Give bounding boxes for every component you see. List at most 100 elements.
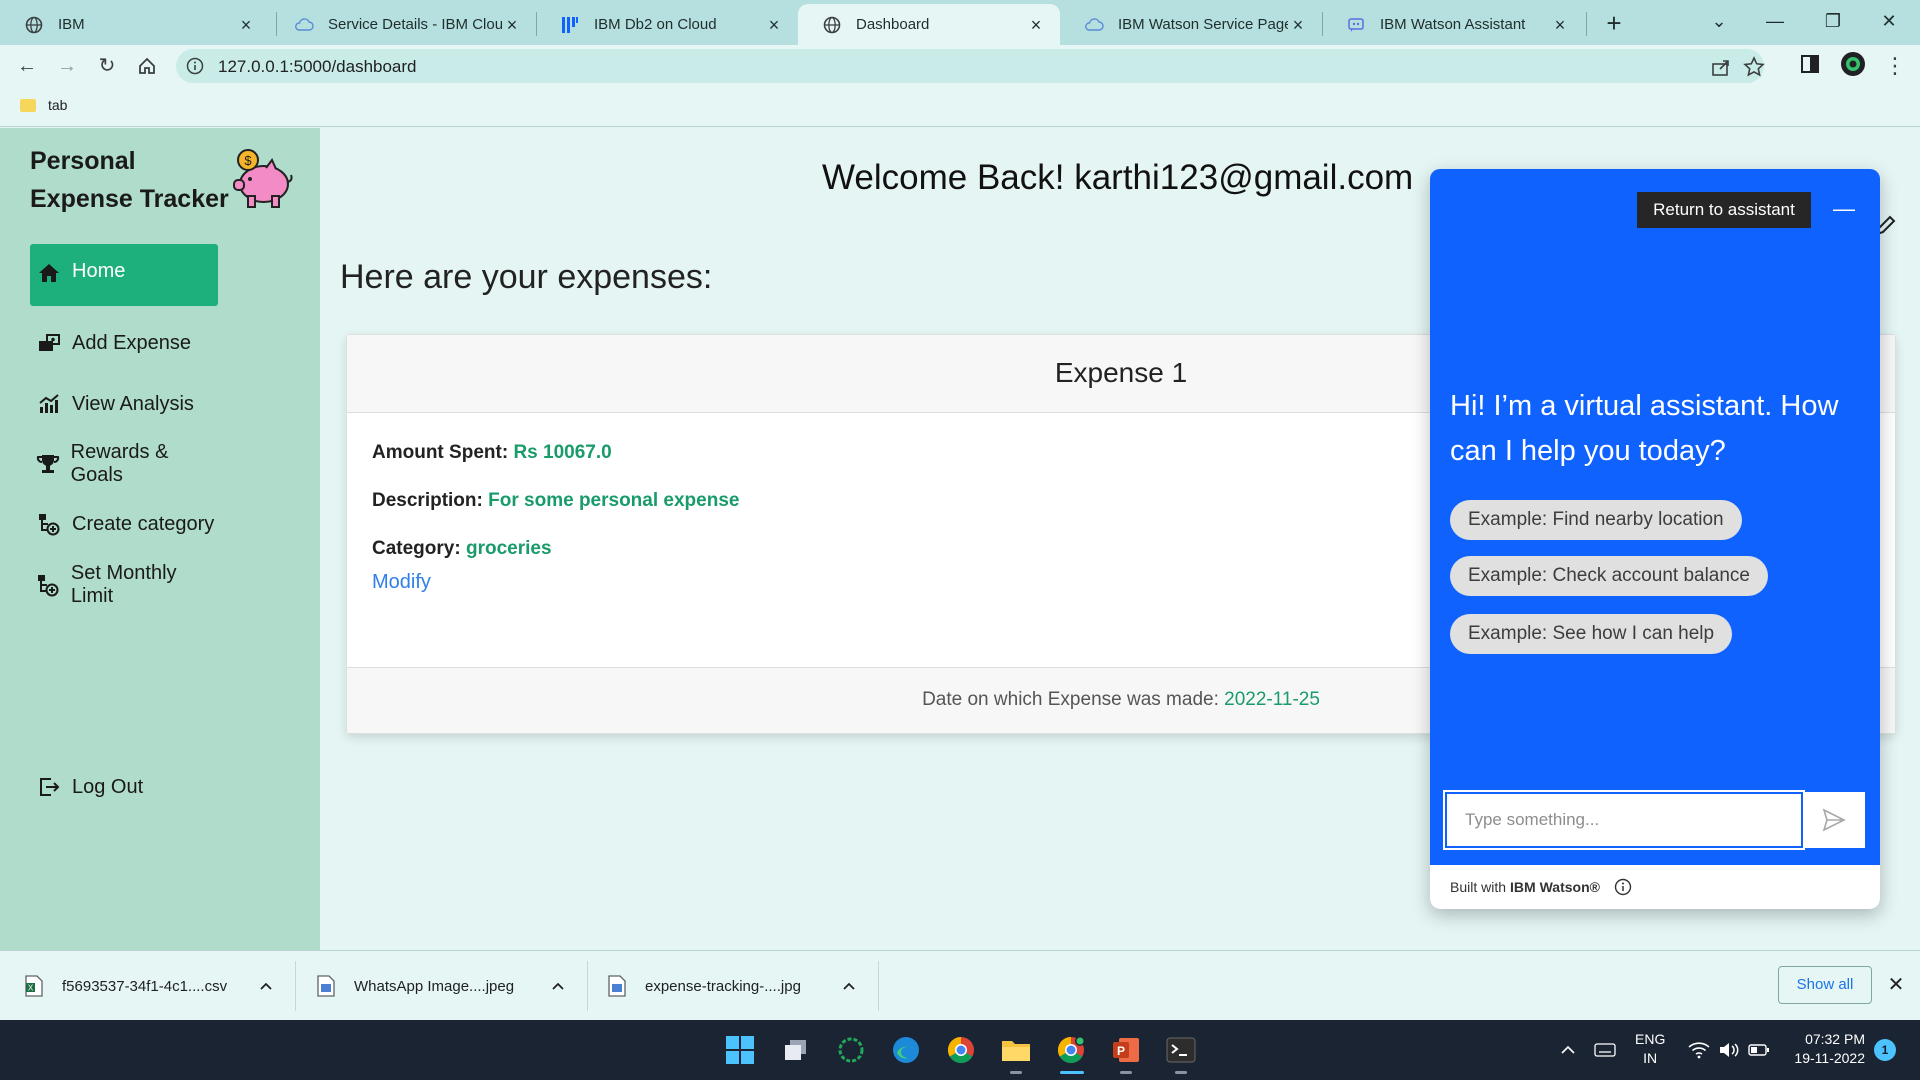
show-all-downloads-button[interactable]: Show all: [1778, 966, 1872, 1004]
tab-title: IBM: [58, 16, 85, 33]
chrome-icon[interactable]: [943, 1032, 979, 1068]
close-tab-icon[interactable]: ×: [502, 15, 522, 35]
sidebar-item-set-monthly-limit[interactable]: Set Monthly Limit: [30, 554, 218, 616]
tab-watson-service[interactable]: IBM Watson Service Page ×: [1060, 4, 1322, 45]
send-message-button[interactable]: [1803, 792, 1865, 848]
terminal-icon[interactable]: [1163, 1032, 1199, 1068]
tab-search-button[interactable]: ⌄: [1696, 6, 1742, 36]
download-item[interactable]: WhatsApp Image....jpeg: [316, 951, 568, 1021]
tab-service-details[interactable]: Service Details - IBM Cloud ×: [270, 4, 536, 45]
chevron-up-icon[interactable]: [548, 976, 568, 996]
input-language[interactable]: ENG IN: [1635, 1030, 1665, 1068]
running-indicator: [1120, 1071, 1132, 1074]
tab-dashboard[interactable]: Dashboard ×: [798, 4, 1060, 45]
close-tab-icon[interactable]: ×: [236, 15, 256, 35]
sidebar-item-label: Rewards & Goals: [70, 441, 169, 486]
notification-badge[interactable]: 1: [1874, 1039, 1896, 1061]
reload-icon[interactable]: ↻: [92, 51, 122, 81]
bookmark-folder-tab[interactable]: tab: [20, 97, 67, 113]
tab-title: Service Details - IBM Cloud: [328, 16, 502, 33]
site-info-icon[interactable]: [186, 57, 204, 75]
download-filename: WhatsApp Image....jpeg: [354, 977, 515, 995]
suggestion-chip[interactable]: Example: Check account balance: [1450, 556, 1768, 596]
download-separator: [587, 961, 588, 1011]
edge-browser-icon[interactable]: [888, 1032, 924, 1068]
battery-icon[interactable]: [1748, 1020, 1770, 1080]
category-field: Category: groceries: [372, 538, 552, 560]
loading-ring-icon[interactable]: [833, 1032, 869, 1068]
clock-date: 19-11-2022: [1794, 1050, 1865, 1066]
tab-title: Dashboard: [856, 16, 930, 33]
chevron-up-icon[interactable]: [839, 976, 859, 996]
chat-message-input[interactable]: [1447, 794, 1801, 846]
browser-menu-icon[interactable]: ⋮: [1880, 51, 1910, 81]
download-item[interactable]: expense-tracking-....jpg: [607, 951, 859, 1021]
amount-label: Amount Spent:: [372, 442, 509, 463]
bookmark-star-icon[interactable]: [1743, 56, 1765, 78]
svg-text:P: P: [1117, 1044, 1125, 1058]
svg-text:$: $: [244, 153, 252, 168]
watson-icon: [1346, 15, 1366, 35]
close-tab-icon[interactable]: ×: [764, 15, 784, 35]
close-window-button[interactable]: ✕: [1866, 6, 1912, 36]
windows-start-icon[interactable]: [722, 1032, 758, 1068]
close-tab-icon[interactable]: ×: [1550, 15, 1570, 35]
sidebar-item-label: Set Monthly Limit: [70, 562, 177, 607]
modify-link[interactable]: Modify: [372, 571, 431, 594]
tab-db2[interactable]: IBM Db2 on Cloud ×: [536, 4, 798, 45]
download-filename: expense-tracking-....jpg: [645, 977, 801, 995]
keyboard-icon[interactable]: [1594, 1020, 1616, 1080]
sidebar-item-label: Home: [72, 260, 126, 282]
task-view-icon[interactable]: [778, 1032, 814, 1068]
category-icon: [36, 511, 62, 537]
cloud-icon: [1084, 15, 1104, 35]
info-icon[interactable]: [1614, 878, 1632, 896]
back-arrow-icon[interactable]: ←: [12, 51, 42, 81]
volume-icon[interactable]: [1718, 1020, 1740, 1080]
suggestion-chip[interactable]: Example: Find nearby location: [1450, 500, 1742, 540]
minimize-chat-icon[interactable]: —: [1826, 192, 1862, 228]
downloads-bar: X f5693537-34f1-4c1....csv WhatsApp Imag…: [0, 950, 1920, 1020]
minimize-window-button[interactable]: —: [1752, 6, 1798, 36]
logout-label: Log Out: [72, 775, 144, 798]
expenses-heading: Here are your expenses:: [340, 258, 713, 296]
close-downloads-icon[interactable]: ✕: [1884, 973, 1908, 997]
powerpoint-icon[interactable]: P: [1108, 1032, 1144, 1068]
download-separator: [295, 961, 296, 1011]
sidebar-item-add-expense[interactable]: Add Expense: [30, 312, 218, 374]
close-tab-icon[interactable]: ×: [1288, 15, 1308, 35]
tab-ibm[interactable]: IBM ×: [0, 4, 270, 45]
home-button-icon[interactable]: [132, 51, 162, 81]
chat-input-wrapper: [1443, 790, 1805, 850]
chrome-profile-icon[interactable]: [1053, 1032, 1089, 1068]
tab-title: IBM Watson Assistant: [1380, 16, 1526, 33]
active-indicator: [1060, 1071, 1084, 1074]
sidebar-item-create-category[interactable]: Create category: [30, 493, 218, 555]
new-tab-button[interactable]: +: [1598, 8, 1630, 40]
sidebar-item-home[interactable]: Home: [30, 244, 218, 306]
sidebar: Personal Expense Tracker $ Home Add Expe…: [0, 128, 320, 950]
forward-arrow-icon[interactable]: →: [52, 51, 82, 81]
download-item[interactable]: X f5693537-34f1-4c1....csv: [24, 951, 276, 1021]
side-panel-icon[interactable]: [1799, 53, 1821, 75]
file-explorer-icon[interactable]: [998, 1032, 1034, 1068]
restore-window-button[interactable]: ❐: [1810, 6, 1856, 36]
svg-text:X: X: [28, 984, 34, 993]
chevron-up-icon[interactable]: [256, 976, 276, 996]
watson-footer: Built with IBM Watson®: [1430, 865, 1880, 909]
return-to-assistant-button[interactable]: Return to assistant: [1637, 192, 1811, 228]
profile-avatar[interactable]: [1840, 51, 1866, 77]
sidebar-item-label: Add Expense: [72, 331, 191, 354]
tab-watson-assistant[interactable]: IBM Watson Assistant ×: [1322, 4, 1584, 45]
sidebar-item-rewards-goals[interactable]: Rewards & Goals: [30, 433, 218, 495]
sidebar-item-logout[interactable]: Log Out: [30, 756, 218, 818]
system-clock[interactable]: 07:32 PM 19-11-2022: [1785, 1030, 1865, 1068]
lang-line-2: IN: [1643, 1050, 1658, 1066]
suggestion-chip[interactable]: Example: See how I can help: [1450, 614, 1733, 654]
address-bar[interactable]: 127.0.0.1:5000/dashboard: [176, 49, 1765, 83]
wifi-icon[interactable]: [1688, 1020, 1710, 1080]
share-icon[interactable]: [1710, 56, 1732, 78]
close-tab-icon[interactable]: ×: [1026, 15, 1046, 35]
sidebar-item-view-analysis[interactable]: View Analysis: [30, 373, 218, 435]
show-hidden-icons-chevron[interactable]: [1560, 1020, 1576, 1080]
